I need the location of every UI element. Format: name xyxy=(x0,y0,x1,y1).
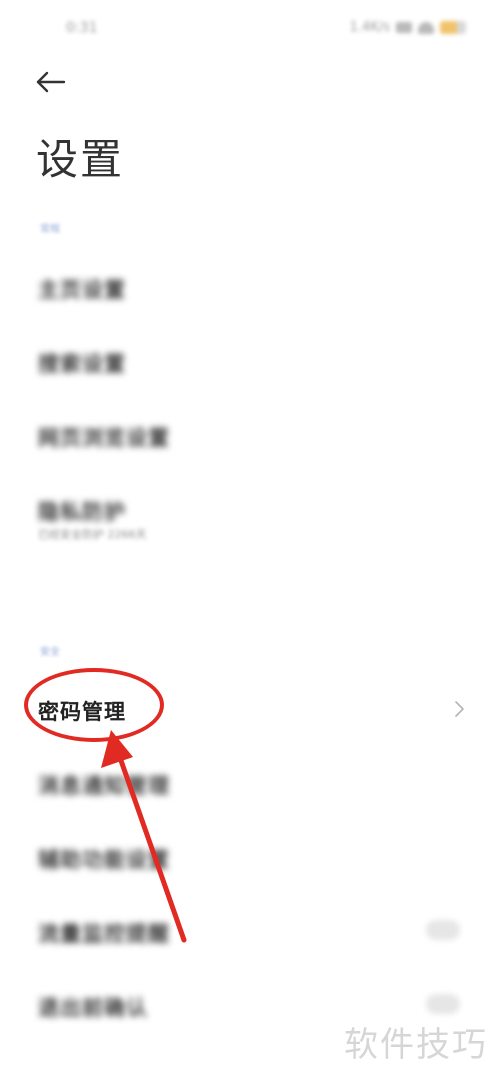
item-label: 网页浏览设置 xyxy=(38,426,170,450)
signal-icon xyxy=(396,22,412,33)
settings-item-traffic[interactable]: 流量监控提醒 xyxy=(0,898,500,964)
battery-icon xyxy=(440,21,466,34)
settings-item-search[interactable]: 搜索设置 xyxy=(0,328,500,394)
settings-item-notifications[interactable]: 消息通知管理 xyxy=(0,750,500,816)
settings-item-password[interactable]: 密码管理 xyxy=(0,676,500,742)
section-label-general: 常规 xyxy=(40,224,60,235)
exit-confirm-toggle[interactable] xyxy=(426,994,460,1014)
item-label: 搜索设置 xyxy=(38,352,126,376)
traffic-toggle[interactable] xyxy=(426,920,460,940)
status-bar: 0:31 1.4K/s xyxy=(0,0,500,60)
status-indicators: 1.4K/s xyxy=(350,20,466,35)
watermark: 软件技巧 xyxy=(344,1025,488,1065)
item-label: 隐私防护 xyxy=(38,500,126,524)
section-label-security: 安全 xyxy=(40,647,60,658)
item-label: 退出前确认 xyxy=(38,996,148,1020)
back-button[interactable] xyxy=(30,62,70,102)
status-time: 0:31 xyxy=(66,20,98,36)
settings-item-browsing[interactable]: 网页浏览设置 xyxy=(0,402,500,468)
item-label: 辅助功能设置 xyxy=(38,848,170,872)
page-title: 设置 xyxy=(36,135,125,184)
network-speed: 1.4K/s xyxy=(349,20,390,35)
wifi-icon xyxy=(418,21,434,34)
item-subtitle: 已经安全防护 2266天 xyxy=(38,528,147,541)
settings-item-homepage[interactable]: 主页设置 xyxy=(0,254,500,320)
item-label: 主页设置 xyxy=(38,278,126,302)
item-label: 消息通知管理 xyxy=(38,774,170,798)
arrow-left-icon xyxy=(36,71,66,93)
item-label: 密码管理 xyxy=(38,700,126,724)
item-label: 流量监控提醒 xyxy=(38,922,170,946)
settings-item-privacy[interactable]: 隐私防护 已经安全防护 2266天 xyxy=(0,476,500,556)
settings-item-accessibility[interactable]: 辅助功能设置 xyxy=(0,824,500,890)
chevron-right-icon xyxy=(455,701,464,717)
